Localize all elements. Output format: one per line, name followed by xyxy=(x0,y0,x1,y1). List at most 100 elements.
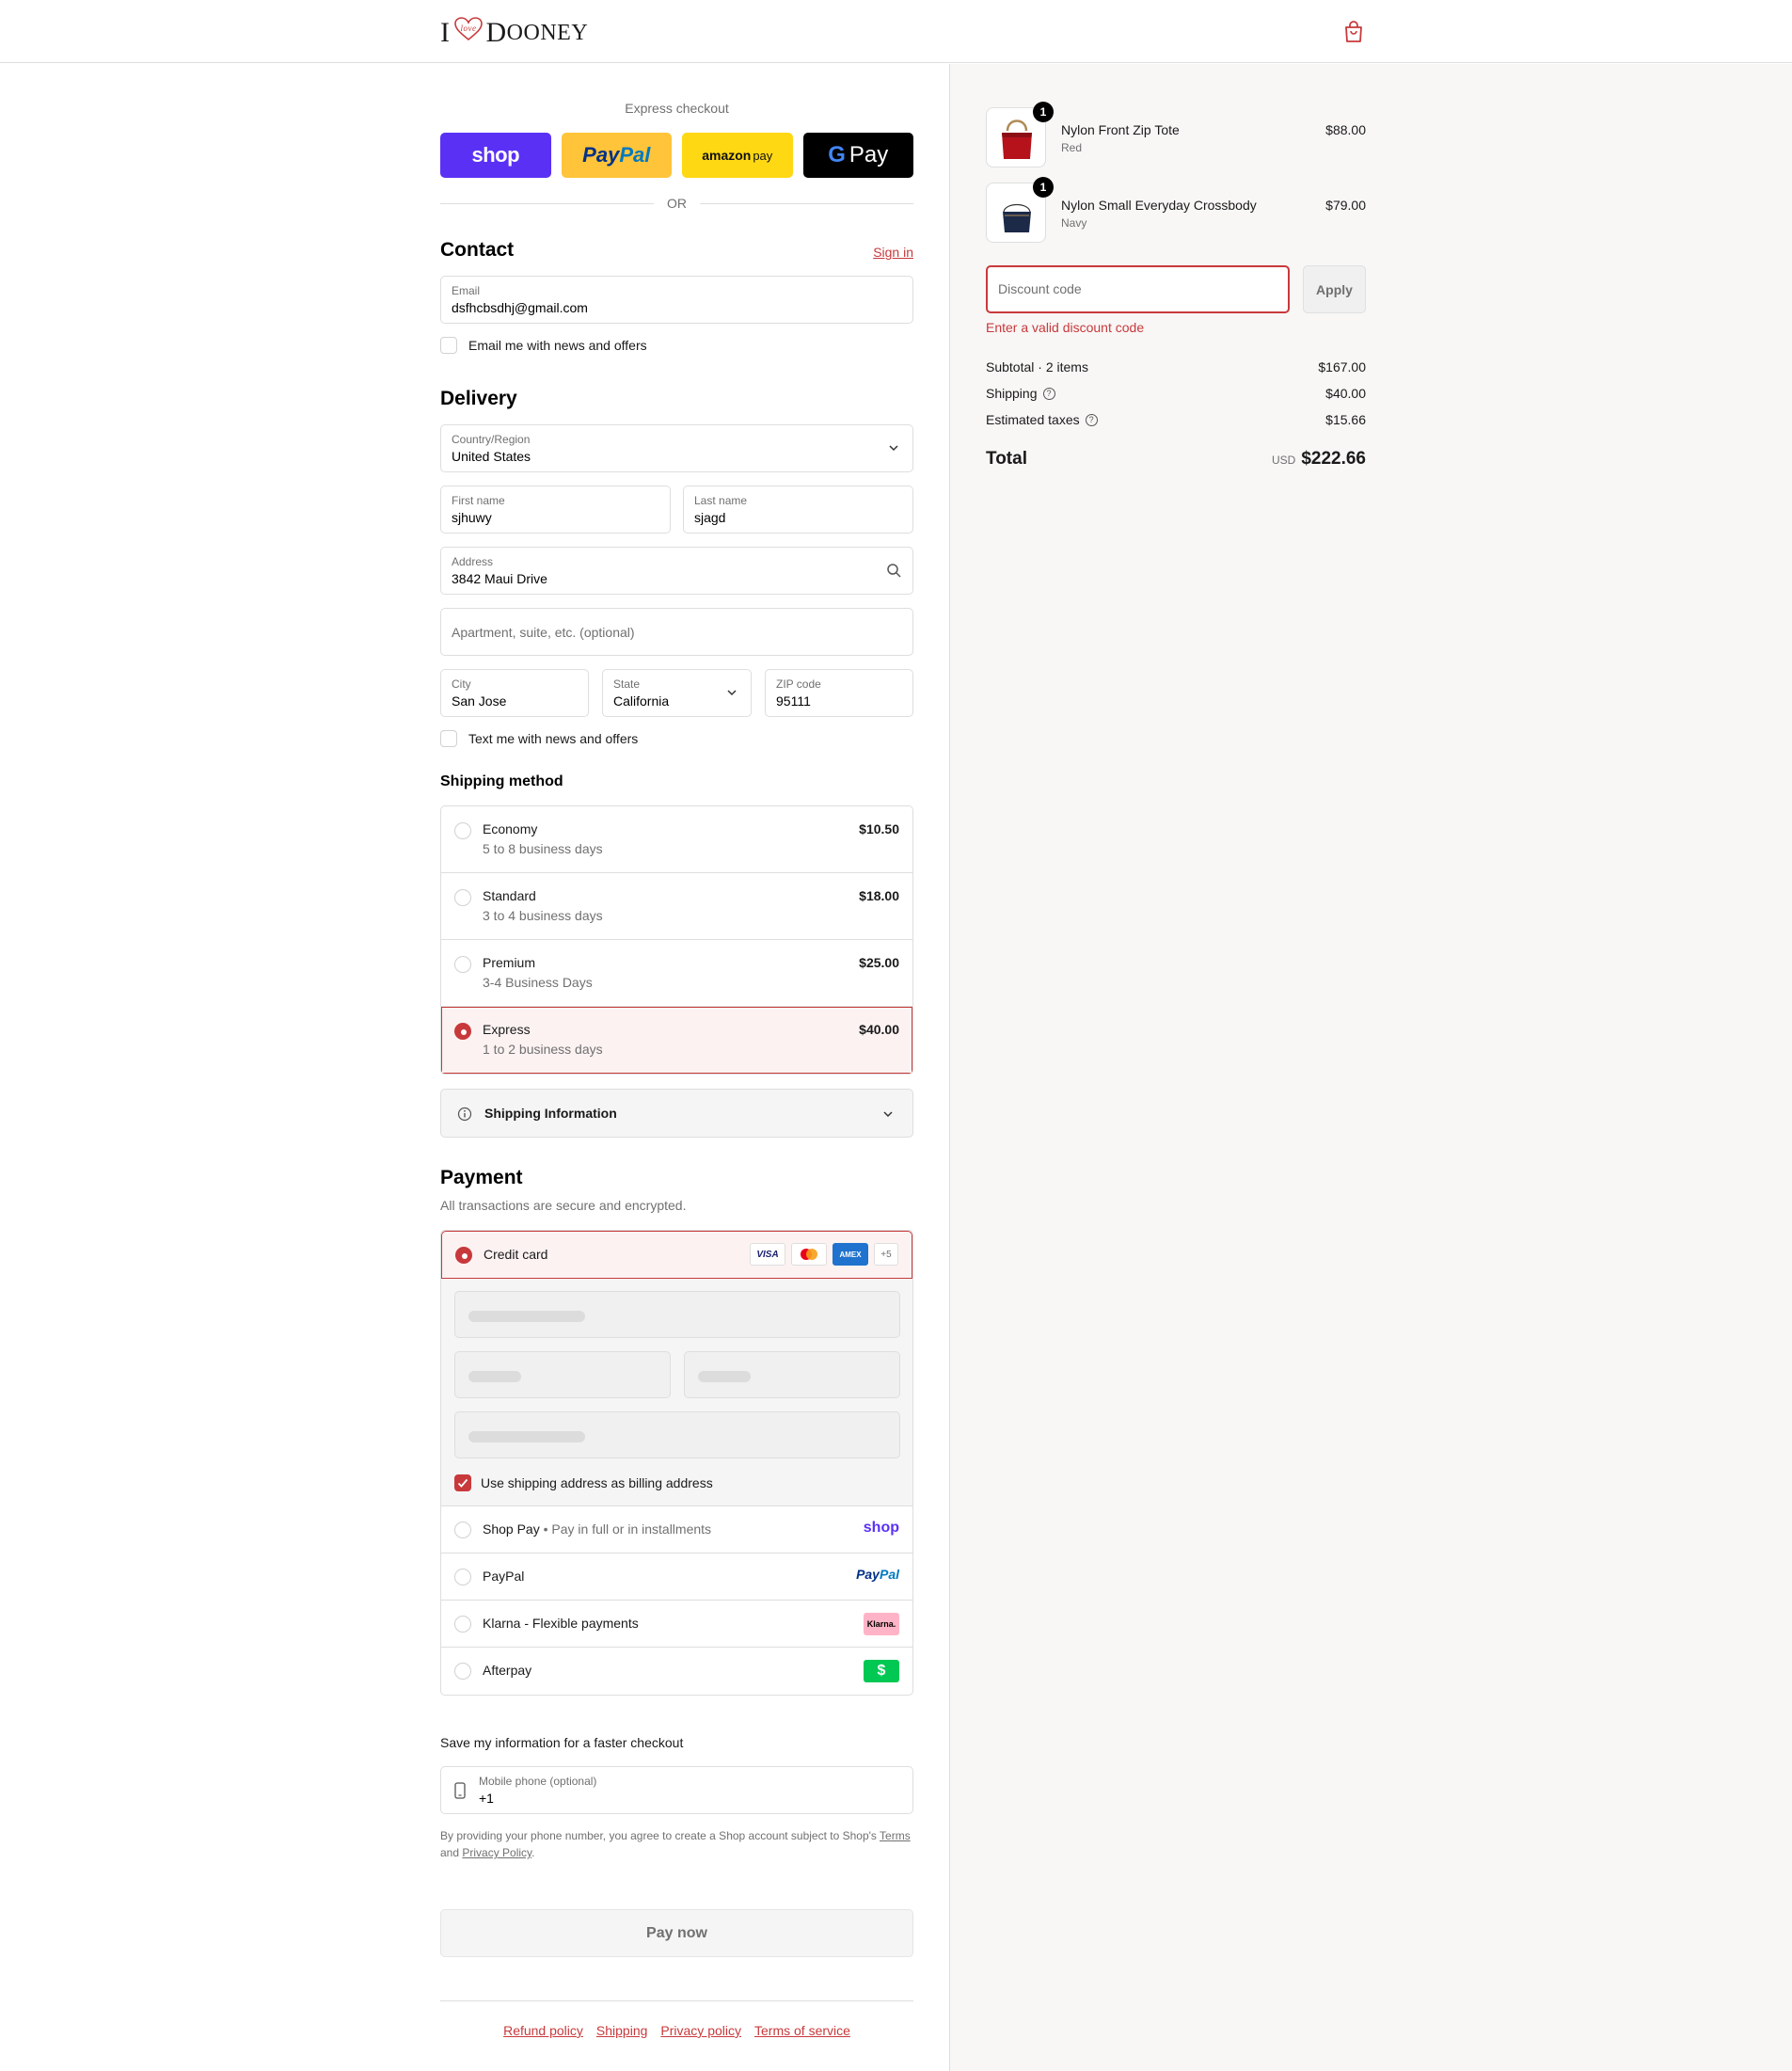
shipping-option-economy[interactable]: Economy 5 to 8 business days $10.50 xyxy=(441,806,912,873)
card-number-field[interactable] xyxy=(454,1291,900,1338)
shipping-option-express[interactable]: Express 1 to 2 business days $40.00 xyxy=(441,1007,912,1074)
email-news-label: Email me with news and offers xyxy=(468,338,647,353)
subtotal-value: $167.00 xyxy=(1318,359,1366,374)
privacy-policy-link[interactable]: Privacy Policy xyxy=(462,1846,531,1859)
terms-of-service-link[interactable]: Terms of service xyxy=(754,2023,850,2038)
chevron-down-icon xyxy=(727,690,737,696)
loading-placeholder xyxy=(468,1431,585,1442)
cart-icon[interactable] xyxy=(1343,21,1364,43)
amazon-pay-button[interactable]: amazon pay xyxy=(682,133,793,178)
text-news-checkbox-row[interactable]: Text me with news and offers xyxy=(440,730,638,747)
subtotal-label: Subtotal · 2 items xyxy=(986,359,1088,374)
privacy-policy-link[interactable]: Privacy policy xyxy=(660,2023,741,2038)
billing-address-checkbox[interactable] xyxy=(454,1474,471,1491)
shipping-information-accordion[interactable]: Shipping Information xyxy=(440,1089,913,1138)
email-field[interactable]: Email dsfhcbsdhj@gmail.com xyxy=(440,276,913,324)
payment-radio[interactable] xyxy=(454,1521,471,1538)
email-news-checkbox-row[interactable]: Email me with news and offers xyxy=(440,337,647,354)
taxes-value: $15.66 xyxy=(1325,412,1366,427)
total-row: Total USD $222.66 xyxy=(986,449,1366,470)
mobile-phone-value: +1 xyxy=(479,1791,494,1806)
shipping-method-list: Economy 5 to 8 business days $10.50 Stan… xyxy=(440,805,913,1075)
shipping-radio[interactable] xyxy=(454,889,471,906)
quantity-badge: 1 xyxy=(1033,102,1054,122)
sign-in-link[interactable]: Sign in xyxy=(873,245,913,260)
shipping-link[interactable]: Shipping xyxy=(596,2023,648,2038)
address-field[interactable]: Address 3842 Maui Drive xyxy=(440,547,913,595)
payment-option-shop-pay[interactable]: Shop Pay • Pay in full or in installment… xyxy=(441,1506,912,1553)
payment-radio[interactable] xyxy=(454,1569,471,1585)
payment-radio[interactable] xyxy=(454,1663,471,1680)
state-value: California xyxy=(613,693,670,709)
logo[interactable]: I love D OONEY xyxy=(440,17,588,49)
search-icon[interactable] xyxy=(886,563,901,578)
refund-policy-link[interactable]: Refund policy xyxy=(503,2023,583,2038)
security-code-field[interactable] xyxy=(684,1351,900,1398)
credit-card-form: Use shipping address as billing address xyxy=(441,1279,912,1506)
state-select[interactable]: State California xyxy=(602,669,752,717)
apartment-field[interactable]: Apartment, suite, etc. (optional) xyxy=(440,608,913,656)
shipping-radio-selected[interactable] xyxy=(454,1023,471,1040)
text-news-label: Text me with news and offers xyxy=(468,731,639,746)
footer-links: Refund policy Shipping Privacy policy Te… xyxy=(440,2023,913,2038)
discount-code-input[interactable] xyxy=(998,281,1271,296)
disclaimer-and: and xyxy=(440,1846,463,1859)
paypal-logo: PayPal xyxy=(856,1567,899,1582)
payment-radio-selected[interactable] xyxy=(455,1247,472,1264)
express-checkout-title: Express checkout xyxy=(625,101,729,116)
chevron-down-icon xyxy=(883,1111,893,1118)
total-amount-wrap: USD $222.66 xyxy=(1272,449,1366,470)
payment-option-paypal[interactable]: PayPal PayPal xyxy=(441,1553,912,1601)
google-g-icon: G xyxy=(828,142,846,167)
shipping-option-standard[interactable]: Standard 3 to 4 business days $18.00 xyxy=(441,873,912,940)
billing-address-checkbox-row[interactable]: Use shipping address as billing address xyxy=(454,1474,713,1491)
mobile-phone-field[interactable]: Mobile phone (optional) +1 xyxy=(440,1766,913,1814)
text-news-checkbox[interactable] xyxy=(440,730,457,747)
shipping-radio[interactable] xyxy=(454,822,471,839)
shipping-information-label: Shipping Information xyxy=(484,1106,617,1121)
paypal-logo-pay: Pay xyxy=(856,1567,880,1582)
loading-placeholder xyxy=(468,1311,585,1322)
last-name-field[interactable]: Last name sjagd xyxy=(683,486,913,534)
shipping-option-price: $10.50 xyxy=(859,821,899,836)
shipping-option-price: $25.00 xyxy=(859,955,899,970)
email-news-checkbox[interactable] xyxy=(440,337,457,354)
cart-item: 1 Nylon Small Everyday Crossbody Navy $7… xyxy=(986,177,1366,245)
subtotal-row: Subtotal · 2 items $167.00 xyxy=(986,359,1366,374)
payment-option-klarna[interactable]: Klarna - Flexible payments Klarna. xyxy=(441,1601,912,1648)
taxes-label: Estimated taxes xyxy=(986,412,1080,427)
google-pay-label: Pay xyxy=(848,142,889,167)
shipping-option-name: Standard xyxy=(483,888,536,903)
shop-pay-button[interactable]: shop xyxy=(440,133,551,178)
first-name-field[interactable]: First name sjhuwy xyxy=(440,486,671,534)
discount-code-field[interactable] xyxy=(986,265,1290,313)
payment-option-afterpay[interactable]: Afterpay $ xyxy=(441,1648,912,1695)
first-name-value: sjhuwy xyxy=(452,510,492,525)
country-select[interactable]: Country/Region United States xyxy=(440,424,913,472)
logo-name-rest: OONEY xyxy=(506,20,589,45)
city-field[interactable]: City San Jose xyxy=(440,669,589,717)
shipping-radio[interactable] xyxy=(454,956,471,973)
shipping-option-premium[interactable]: Premium 3-4 Business Days $25.00 xyxy=(441,940,912,1007)
separator: • xyxy=(539,1521,552,1537)
terms-link[interactable]: Terms xyxy=(880,1829,911,1842)
help-icon[interactable]: ? xyxy=(1085,413,1098,426)
zip-field[interactable]: ZIP code 95111 xyxy=(765,669,913,717)
shipping-option-time: 1 to 2 business days xyxy=(483,1042,603,1057)
paypal-button[interactable]: Pay Pal xyxy=(561,133,672,178)
payment-radio[interactable] xyxy=(454,1616,471,1633)
paypal-option-label: PayPal xyxy=(483,1569,525,1584)
disclaimer-text: By providing your phone number, you agre… xyxy=(440,1829,880,1842)
pay-now-button[interactable]: Pay now xyxy=(440,1909,913,1957)
logo-name-first: D xyxy=(485,17,507,48)
or-divider: OR xyxy=(440,194,913,213)
name-on-card-field[interactable] xyxy=(454,1411,900,1458)
help-icon[interactable]: ? xyxy=(1042,387,1055,400)
item-name: Nylon Small Everyday Crossbody xyxy=(1061,198,1257,213)
apply-discount-button[interactable]: Apply xyxy=(1303,265,1366,313)
payment-option-credit-card[interactable]: Credit card VISA AMEX +5 xyxy=(441,1231,912,1279)
google-pay-button[interactable]: G Pay xyxy=(802,133,913,178)
shipping-option-time: 5 to 8 business days xyxy=(483,841,603,856)
first-name-label: First name xyxy=(452,494,505,507)
expiration-field[interactable] xyxy=(454,1351,671,1398)
